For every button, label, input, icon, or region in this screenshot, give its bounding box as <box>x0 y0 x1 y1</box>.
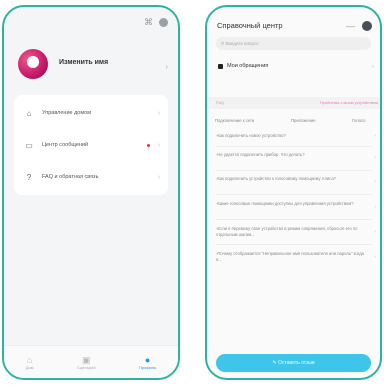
settings-icon[interactable] <box>159 17 168 27</box>
category-tab[interactable]: Голосо <box>352 118 366 123</box>
question-item[interactable]: -Как подключить устройство к голосовому … <box>216 176 370 182</box>
question-item[interactable]: -Как подключить новое устройство? <box>216 133 370 139</box>
scene-tab-icon: ▣ <box>81 354 91 365</box>
search-input[interactable]: ⚲ Введите вопрос <box>216 37 371 50</box>
divider <box>215 244 372 245</box>
tab-home[interactable]: ⌂ Дом <box>26 355 34 370</box>
category-tabs: Подключение к сети Приложение Голосо <box>207 118 380 128</box>
tab-label: Профиль <box>138 364 157 370</box>
profile-tab-icon: ● <box>144 354 151 365</box>
top-icons: ⌘ <box>144 17 168 27</box>
help-center-screen: Справочный центр — ⚲ Введите вопрос Мои … <box>205 5 382 380</box>
chevron-right-icon: › <box>374 133 376 139</box>
chevron-right-icon: › <box>374 155 376 161</box>
question-item[interactable]: -Почему отображается "Неправильное имя п… <box>216 251 370 263</box>
profile-screen: ⌘ Изменить имя › ⌂ Управление домом › ▭ … <box>2 5 180 380</box>
question-item[interactable]: -Если я перевожу свое устройство в режим… <box>216 226 370 238</box>
home-tab-icon: ⌂ <box>26 354 33 365</box>
tab-profile[interactable]: ● Профиль <box>139 355 156 370</box>
chevron-right-icon: › <box>157 141 160 149</box>
tab-label: Сценарий <box>76 364 96 370</box>
chevron-right-icon: › <box>372 64 374 70</box>
my-requests-label: Мои обращения <box>227 63 269 69</box>
close-icon[interactable] <box>362 21 372 31</box>
search-placeholder: Введите вопрос <box>225 41 259 46</box>
avatar[interactable] <box>18 49 48 79</box>
leave-feedback-button[interactable]: ✎ Оставить отзыв <box>216 354 371 372</box>
menu-item-label: Управление домом <box>42 110 91 116</box>
divider <box>215 146 372 147</box>
chevron-right-icon: › <box>374 254 376 260</box>
unread-dot <box>147 143 150 147</box>
chevron-right-icon: › <box>157 109 160 117</box>
minimize-icon[interactable]: — <box>346 21 355 31</box>
bottom-tab-bar: ⌂ Дом ▣ Сценарий ● Профиль <box>4 345 178 378</box>
faq-bar: FAQ Проблемы с моим устройством <box>207 97 380 109</box>
page-title: Справочный центр <box>217 21 283 30</box>
menu-item-faq[interactable]: ? FAQ и обратная связь › <box>14 161 168 193</box>
chevron-right-icon: › <box>374 179 376 185</box>
category-tab[interactable]: Подключение к сети <box>215 118 254 123</box>
chevron-right-icon: › <box>374 229 376 235</box>
chevron-right-icon: › <box>165 62 168 71</box>
divider <box>215 194 372 195</box>
faq-label: FAQ <box>216 100 225 105</box>
question-item[interactable]: -Какие голосовые помощники доступны для … <box>216 201 370 207</box>
menu-item-message-center[interactable]: ▭ Центр сообщений › <box>14 129 168 161</box>
device-problems-link[interactable]: Проблемы с моим устройством <box>320 100 378 105</box>
category-tab[interactable]: Приложение <box>291 118 316 123</box>
menu-item-label: FAQ и обратная связь <box>42 174 99 180</box>
divider <box>215 170 372 171</box>
tab-label: Дом <box>25 364 34 370</box>
chevron-right-icon: › <box>157 173 160 181</box>
edit-name-link[interactable]: Изменить имя <box>59 59 108 66</box>
scan-icon[interactable]: ⌘ <box>144 17 153 27</box>
help-icon: ? <box>26 172 32 182</box>
my-requests-link[interactable]: Мои обращения <box>218 63 268 69</box>
chevron-right-icon: › <box>374 204 376 210</box>
requests-icon <box>218 63 223 69</box>
menu-item-label: Центр сообщений <box>42 142 89 148</box>
feedback-label: Оставить отзыв <box>277 360 315 366</box>
divider <box>215 219 372 220</box>
home-icon: ⌂ <box>26 108 32 118</box>
message-icon: ▭ <box>25 140 33 150</box>
tab-scene[interactable]: ▣ Сценарий <box>77 355 96 370</box>
top-icons: — <box>346 21 372 31</box>
menu-card: ⌂ Управление домом › ▭ Центр сообщений ›… <box>14 95 168 195</box>
menu-item-home-management[interactable]: ⌂ Управление домом › <box>14 97 168 129</box>
question-item[interactable]: -Не удается подключить прибор. Что делат… <box>216 152 370 158</box>
